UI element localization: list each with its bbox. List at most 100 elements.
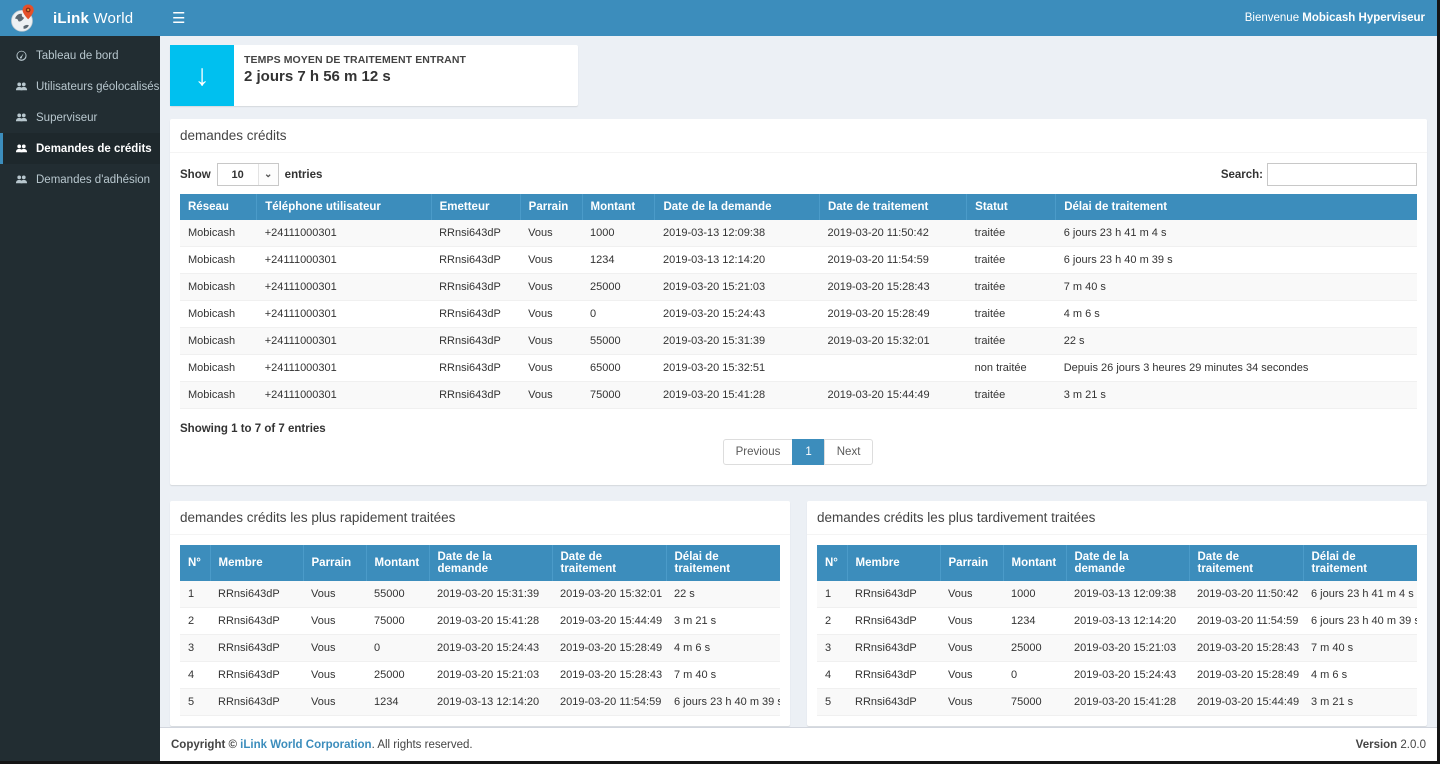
column-header[interactable]: Date de la demande <box>655 194 820 220</box>
table-cell: 2019-03-20 11:54:59 <box>1189 608 1303 635</box>
chevron-down-icon: ⌄ <box>258 164 278 185</box>
table-cell: 0 <box>582 301 655 328</box>
panel-title: demandes crédits les plus tardivement tr… <box>807 501 1427 535</box>
sidebar-item-label: Utilisateurs géolocalisés <box>36 81 159 93</box>
column-header[interactable]: Date de la demande <box>1066 545 1189 581</box>
table-cell: 2019-03-20 11:50:42 <box>819 220 966 247</box>
column-header[interactable]: Montant <box>1003 545 1066 581</box>
table-cell: 2 <box>817 608 847 635</box>
column-header[interactable]: Réseau <box>180 194 257 220</box>
page-1-button[interactable]: 1 <box>792 439 824 465</box>
table-cell: +24111000301 <box>257 274 431 301</box>
sidebar-item-label: Superviseur <box>36 112 97 124</box>
next-page-button[interactable]: Next <box>824 439 874 465</box>
sidebar-item-demandes-de-cr-dits[interactable]: Demandes de crédits <box>0 133 160 164</box>
company-link[interactable]: iLink World Corporation <box>240 739 371 751</box>
table-cell: RRnsi643dP <box>210 662 303 689</box>
table-cell: Vous <box>520 301 582 328</box>
table-cell: 25000 <box>582 274 655 301</box>
table-cell: 22 s <box>666 581 780 608</box>
table-cell: RRnsi643dP <box>847 689 940 716</box>
sidebar-item-superviseur[interactable]: Superviseur <box>0 102 160 133</box>
table-cell: Vous <box>520 355 582 382</box>
column-header[interactable]: Téléphone utilisateur <box>257 194 431 220</box>
table-cell <box>819 355 966 382</box>
table-cell: 5 <box>817 689 847 716</box>
table-cell: 4 m 6 s <box>666 635 780 662</box>
table-cell: 1 <box>180 581 210 608</box>
column-header[interactable]: Parrain <box>303 545 366 581</box>
sidebar-item-label: Tableau de bord <box>36 50 118 62</box>
table-cell: +24111000301 <box>257 328 431 355</box>
table-cell: 3 m 21 s <box>666 608 780 635</box>
column-header[interactable]: Date de traitement <box>819 194 966 220</box>
previous-page-button[interactable]: Previous <box>723 439 794 465</box>
table-cell: RRnsi643dP <box>210 608 303 635</box>
table-cell: Vous <box>520 274 582 301</box>
table-cell: RRnsi643dP <box>431 247 520 274</box>
table-row: Mobicash+24111000301RRnsi643dPVous100020… <box>180 220 1417 247</box>
table-cell: Vous <box>940 662 1003 689</box>
column-header[interactable]: Date de la demande <box>429 545 552 581</box>
page-length-control: Show 10 ⌄ entries <box>180 163 322 186</box>
table-row: 2RRnsi643dPVous750002019-03-20 15:41:282… <box>180 608 780 635</box>
sidebar-item-demandes-d-adh-sion[interactable]: Demandes d'adhésion <box>0 164 160 195</box>
table-cell: RRnsi643dP <box>431 301 520 328</box>
table-cell: 6 jours 23 h 41 m 4 s <box>1303 581 1417 608</box>
credits-panel: demandes crédits Show 10 ⌄ entries Se <box>170 119 1427 485</box>
table-row: Mobicash+24111000301RRnsi643dPVous250002… <box>180 274 1417 301</box>
column-header[interactable]: Membre <box>847 545 940 581</box>
table-cell: 2019-03-20 15:28:43 <box>819 274 966 301</box>
column-header[interactable]: Montant <box>582 194 655 220</box>
table-cell: 3 m 21 s <box>1056 382 1417 409</box>
table-row: 3RRnsi643dPVous250002019-03-20 15:21:032… <box>817 635 1417 662</box>
stat-value: 2 jours 7 h 56 m 12 s <box>244 68 466 85</box>
column-header[interactable]: Date de traitement <box>1189 545 1303 581</box>
column-header[interactable]: Parrain <box>940 545 1003 581</box>
table-cell: 22 s <box>1056 328 1417 355</box>
column-header[interactable]: Emetteur <box>431 194 520 220</box>
table-cell: traitée <box>967 247 1056 274</box>
table-row: 1RRnsi643dPVous10002019-03-13 12:09:3820… <box>817 581 1417 608</box>
avg-processing-time-card: ↓ TEMPS MOYEN DE TRAITEMENT ENTRANT 2 jo… <box>170 45 578 106</box>
table-cell: RRnsi643dP <box>847 635 940 662</box>
column-header[interactable]: Délai de traitement <box>1303 545 1417 581</box>
column-header[interactable]: N° <box>180 545 210 581</box>
column-header[interactable]: Parrain <box>520 194 582 220</box>
table-row: 1RRnsi643dPVous550002019-03-20 15:31:392… <box>180 581 780 608</box>
table-cell: Mobicash <box>180 301 257 328</box>
table-row: 5RRnsi643dPVous750002019-03-20 15:41:282… <box>817 689 1417 716</box>
search-input[interactable] <box>1267 163 1417 186</box>
users-icon <box>15 80 28 93</box>
column-header[interactable]: Délai de traitement <box>666 545 780 581</box>
table-row: Mobicash+24111000301RRnsi643dPVous123420… <box>180 247 1417 274</box>
table-cell: 75000 <box>366 608 429 635</box>
table-cell: 2019-03-13 12:14:20 <box>655 247 820 274</box>
table-cell: 2019-03-20 15:32:01 <box>552 581 666 608</box>
table-cell: 2019-03-20 15:44:49 <box>819 382 966 409</box>
sidebar-item-tableau-de-bord[interactable]: Tableau de bord <box>0 40 160 71</box>
table-cell: 0 <box>366 635 429 662</box>
table-cell: 2019-03-20 15:28:49 <box>1189 662 1303 689</box>
table-cell: Vous <box>940 581 1003 608</box>
column-header[interactable]: Délai de traitement <box>1056 194 1417 220</box>
column-header[interactable]: Membre <box>210 545 303 581</box>
column-header[interactable]: Statut <box>967 194 1056 220</box>
table-cell: Mobicash <box>180 382 257 409</box>
brand-logo[interactable]: iLink World <box>0 0 160 36</box>
table-cell: traitée <box>967 274 1056 301</box>
column-header[interactable]: Date de traitement <box>552 545 666 581</box>
table-cell: traitée <box>967 382 1056 409</box>
table-info: Showing 1 to 7 of 7 entries <box>180 423 1417 435</box>
pagination: Previous 1 Next <box>180 439 1417 465</box>
table-cell: 2019-03-20 15:28:43 <box>1189 635 1303 662</box>
copyright-text: Copyright © iLink World Corporation. All… <box>171 739 473 751</box>
page-length-select[interactable]: 10 ⌄ <box>217 163 279 186</box>
table-cell: 7 m 40 s <box>666 662 780 689</box>
table-cell: Vous <box>303 662 366 689</box>
sidebar-toggle-icon[interactable]: ☰ <box>172 9 202 27</box>
column-header[interactable]: Montant <box>366 545 429 581</box>
table-cell: 2019-03-20 15:21:03 <box>1066 635 1189 662</box>
column-header[interactable]: N° <box>817 545 847 581</box>
sidebar-item-utilisateurs-g-olocalis-s[interactable]: Utilisateurs géolocalisés <box>0 71 160 102</box>
